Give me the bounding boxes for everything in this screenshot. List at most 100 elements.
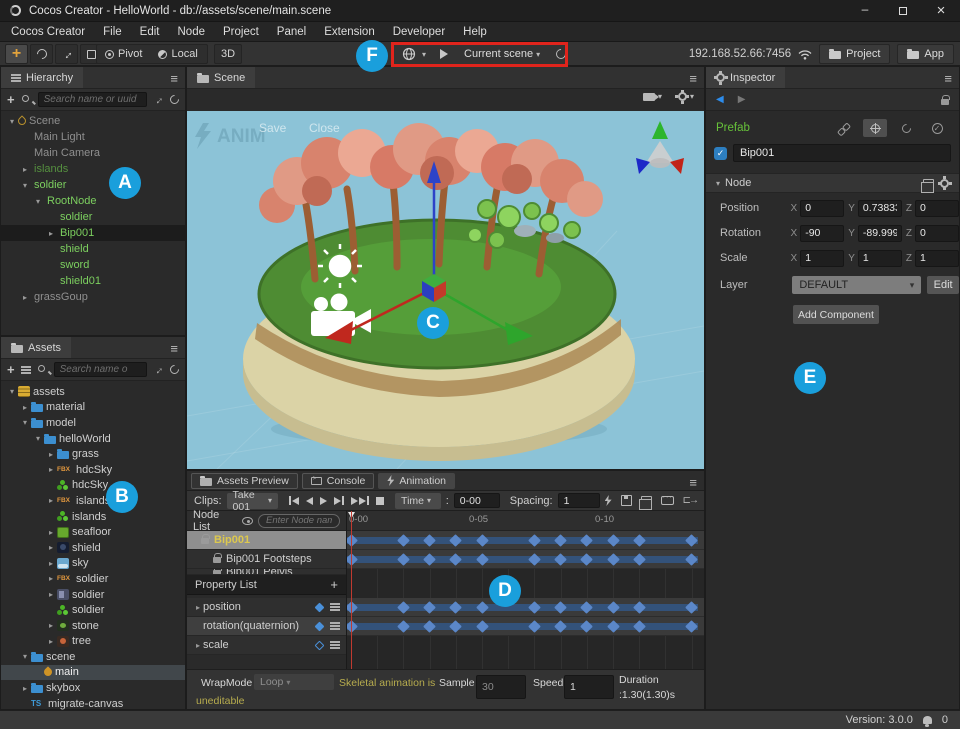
lock-icon[interactable] (941, 99, 949, 105)
anim-node-bip001[interactable]: Bip001 (187, 531, 346, 550)
tree-arrow-icon[interactable] (19, 181, 31, 190)
asset-main[interactable]: main (1, 665, 185, 681)
hier-grassgoup[interactable]: grassGoup (1, 289, 185, 305)
animation-menu-icon[interactable] (689, 471, 697, 493)
tree-arrow-icon[interactable] (193, 603, 203, 612)
locate-prefab-button[interactable] (863, 119, 887, 137)
rotation-x-input[interactable] (800, 225, 844, 242)
menu-extension[interactable]: Extension (315, 26, 384, 38)
asset-soldier[interactable]: soldier (1, 587, 185, 603)
hier-soldier[interactable]: soldier (1, 209, 185, 225)
animation-timeline[interactable]: 0-000-050-10 (346, 511, 704, 669)
tree-arrow-icon[interactable] (32, 434, 44, 443)
hier-soldier[interactable]: soldier (1, 177, 185, 193)
asset-stone[interactable]: stone (1, 618, 185, 634)
hier-main-camera[interactable]: Main Camera (1, 145, 185, 161)
tab-assets[interactable]: Assets (1, 337, 71, 358)
list-menu-icon[interactable] (330, 603, 340, 611)
spacing-input[interactable] (558, 493, 600, 508)
pivot-button[interactable]: Pivot (97, 45, 150, 63)
scale-y-input[interactable] (858, 250, 902, 267)
apply-prefab-button[interactable] (925, 119, 949, 137)
expand-all-icon[interactable] (150, 91, 166, 107)
asset-skybox[interactable]: skybox (1, 680, 185, 696)
asset-material[interactable]: material (1, 400, 185, 416)
asset-seafloor[interactable]: seafloor (1, 524, 185, 540)
tab-hierarchy[interactable]: Hierarchy (1, 67, 83, 88)
gear-icon[interactable] (940, 179, 949, 188)
add-property-button[interactable]: + (330, 577, 338, 592)
node-name-search-input[interactable] (258, 514, 340, 528)
hierarchy-search-input[interactable] (38, 92, 147, 107)
list-menu-icon[interactable] (330, 641, 340, 649)
hier-main-light[interactable]: Main Light (1, 129, 185, 145)
tree-arrow-icon[interactable] (19, 165, 31, 174)
tree-arrow-icon[interactable] (45, 543, 57, 552)
tree-arrow-icon[interactable] (45, 574, 57, 583)
asset-model[interactable]: model (1, 415, 185, 431)
preview-refresh-button[interactable] (552, 44, 570, 64)
anim-close-button[interactable]: Close (309, 121, 340, 135)
menu-edit[interactable]: Edit (131, 26, 169, 38)
tab-console[interactable]: Console (302, 473, 375, 489)
position-y-input[interactable] (858, 200, 902, 217)
minimize-button[interactable] (846, 0, 884, 22)
asset-shield[interactable]: shield (1, 540, 185, 556)
scene-menu-icon[interactable] (689, 67, 697, 89)
collapse-all-icon[interactable] (150, 361, 166, 377)
step-back-button[interactable] (306, 497, 313, 505)
move-tool-button[interactable] (5, 44, 28, 64)
anim-property-position[interactable]: position (187, 598, 346, 617)
maximize-button[interactable] (884, 0, 922, 22)
playhead-line[interactable] (351, 511, 352, 669)
hierarchy-menu-icon[interactable] (170, 67, 178, 89)
menu-panel[interactable]: Panel (268, 26, 315, 38)
anim-save-button[interactable]: Save (259, 121, 286, 135)
stop-button[interactable] (376, 497, 384, 505)
anim-property-rotation-quaternion-[interactable]: rotation(quaternion) (187, 617, 346, 636)
hier-shield01[interactable]: shield01 (1, 273, 185, 289)
assets-search-input[interactable] (54, 362, 147, 377)
rotate-tool-button[interactable] (30, 44, 53, 64)
menu-developer[interactable]: Developer (384, 26, 454, 38)
keyframe-state-icon[interactable] (315, 602, 325, 612)
hier-sword[interactable]: sword (1, 257, 185, 273)
preview-target-button[interactable] (398, 44, 430, 64)
layer-select[interactable]: DEFAULT (792, 276, 921, 294)
history-forward-icon[interactable]: ▶ (738, 94, 746, 105)
wrapmode-select[interactable]: Loop (254, 674, 334, 690)
preview-play-button[interactable] (436, 44, 452, 64)
scale-x-input[interactable] (800, 250, 844, 267)
sort-icon[interactable] (21, 365, 31, 374)
asset-sky[interactable]: sky (1, 556, 185, 572)
timeline-ruler[interactable]: 0-000-050-10 (347, 511, 704, 531)
hier-scene[interactable]: Scene (1, 113, 185, 129)
tree-arrow-icon[interactable] (6, 117, 18, 126)
hier-islands[interactable]: islands (1, 161, 185, 177)
orientation-gizmo[interactable] (636, 121, 684, 174)
tree-arrow-icon[interactable] (45, 590, 57, 599)
bell-icon[interactable] (923, 716, 932, 724)
tab-assets-preview[interactable]: Assets Preview (191, 473, 298, 489)
scene-viewport[interactable]: ANIM (187, 111, 704, 469)
eye-icon[interactable] (242, 517, 253, 525)
scale-tool-button[interactable] (55, 44, 78, 64)
tree-arrow-icon[interactable] (32, 197, 44, 206)
anim-property-scale[interactable]: scale (187, 636, 346, 655)
position-x-input[interactable] (800, 200, 844, 217)
shortcut-icon[interactable] (661, 496, 674, 505)
asset-grass[interactable]: grass (1, 446, 185, 462)
hier-rootnode[interactable]: RootNode (1, 193, 185, 209)
tree-arrow-icon[interactable] (45, 528, 57, 537)
view-settings-dropdown[interactable] (678, 92, 694, 101)
assets-menu-icon[interactable] (170, 337, 178, 359)
create-node-button[interactable] (7, 92, 15, 107)
refresh-icon[interactable] (168, 363, 181, 376)
node-component-header[interactable]: Node (706, 173, 959, 193)
sample-input[interactable] (476, 675, 526, 699)
asset-tree[interactable]: tree (1, 634, 185, 650)
speed-input[interactable] (564, 675, 614, 699)
menu-node[interactable]: Node (169, 26, 215, 38)
add-component-button[interactable]: Add Component (793, 305, 879, 324)
close-button[interactable] (922, 0, 960, 22)
